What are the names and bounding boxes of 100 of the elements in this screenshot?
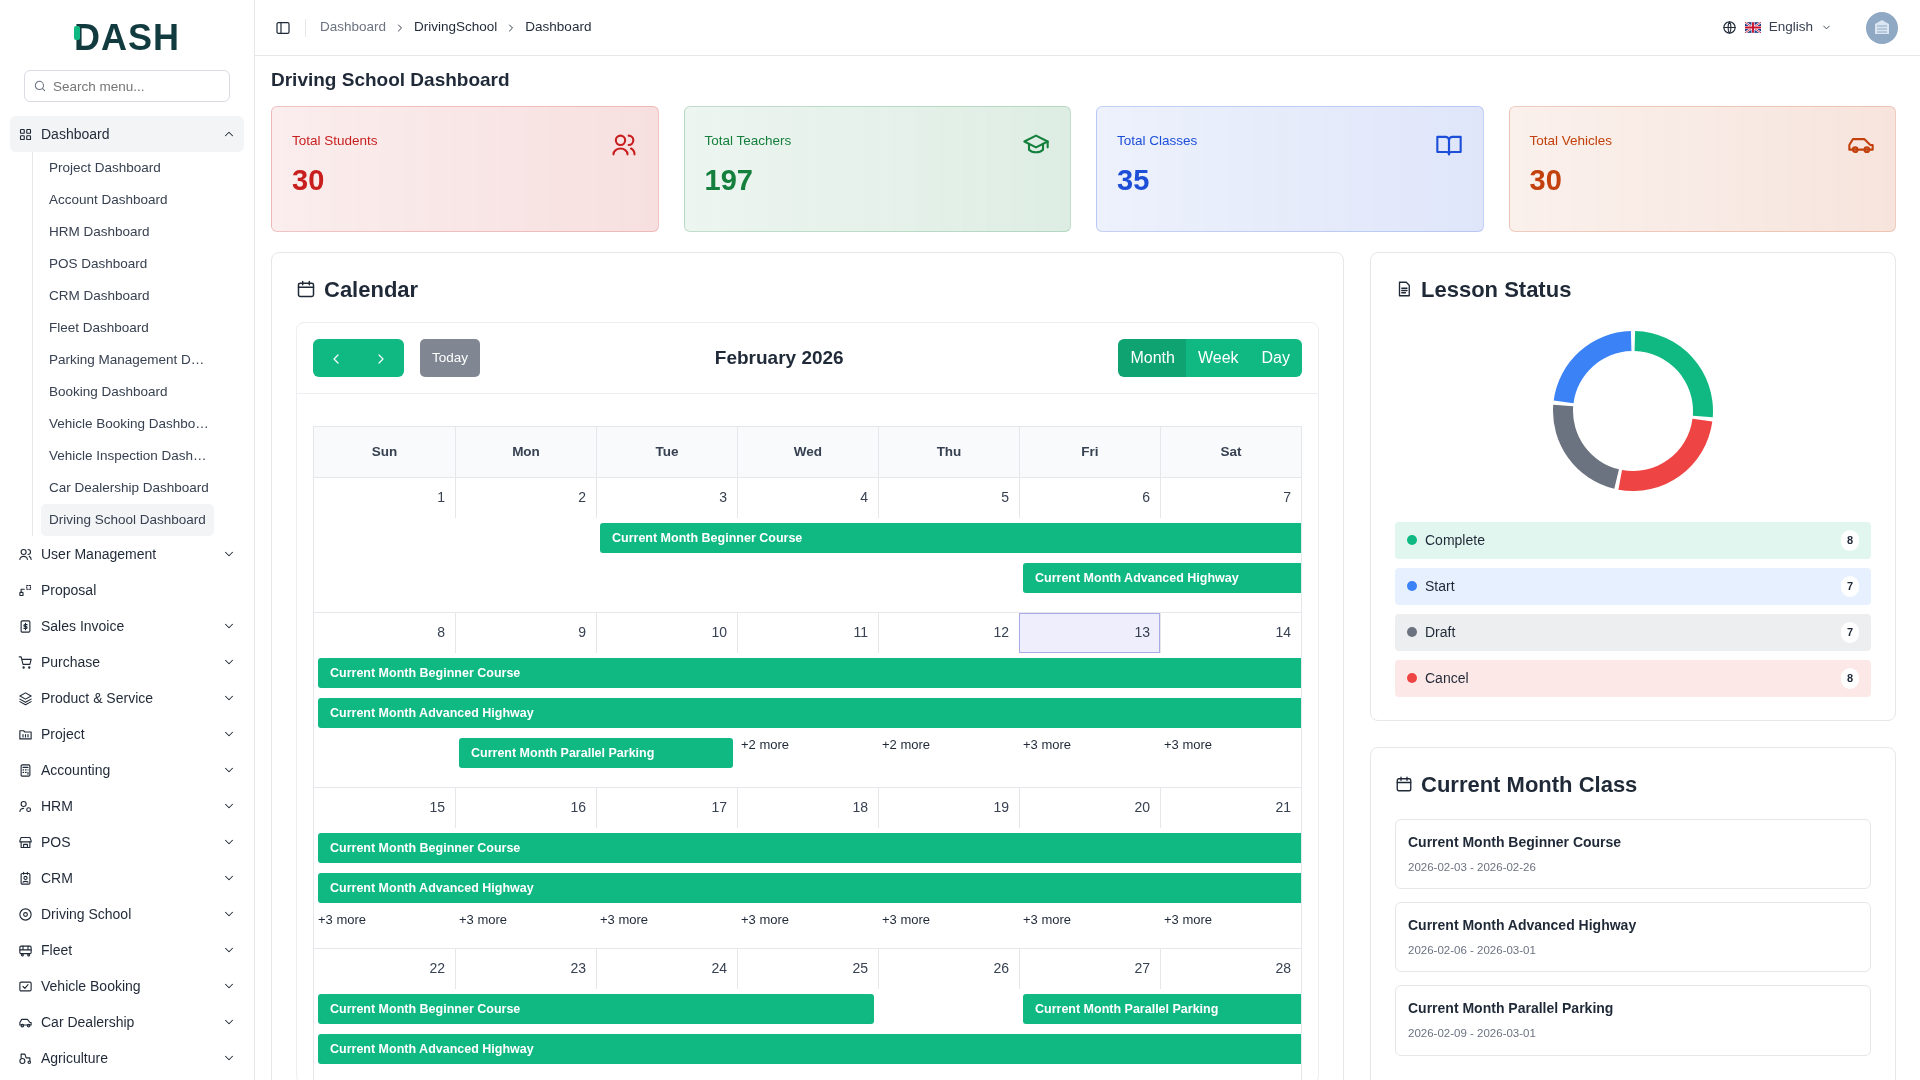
day-number[interactable]: 5 [1001,487,1019,509]
menu-item[interactable]: POS [10,824,244,861]
day-number[interactable]: 27 [1134,958,1160,980]
day-number[interactable]: 2 [578,487,596,509]
menu-item[interactable]: Purchase [10,644,244,681]
submenu-item[interactable]: HRM Dashboard [41,216,158,249]
menu-item[interactable]: Accounting [10,752,244,789]
more-link[interactable]: +3 more [737,907,794,932]
day-number[interactable]: 25 [852,958,878,980]
weekday-header: Mon [455,426,596,477]
day-number[interactable]: 9 [578,622,596,644]
day-number[interactable]: 23 [570,958,596,980]
calendar-icon [1395,775,1413,794]
contact-card-icon [18,870,33,886]
day-number[interactable]: 20 [1134,797,1160,819]
count-badge: 7 [1840,622,1859,643]
submenu-item[interactable]: CRM Dashboard [41,280,158,313]
breadcrumb-link[interactable]: Dashboard [525,17,592,38]
day-number[interactable]: 26 [993,958,1019,980]
weekday-header: Tue [596,426,737,477]
day-number[interactable]: 18 [852,797,878,819]
class-dates: 2026-02-06 - 2026-03-01 [1408,943,1537,959]
sidebar-toggle-icon[interactable] [275,19,291,36]
search-icon [33,79,47,94]
more-link[interactable]: +3 more [1019,907,1076,932]
day-number[interactable]: 12 [993,622,1019,644]
day-number[interactable]: 19 [993,797,1019,819]
class-card[interactable]: Current Month Parallel Parking 2026-02-09 - 2026-03-01 [1395,985,1871,1056]
day-number[interactable]: 14 [1275,622,1301,644]
more-link[interactable]: +2 more [737,732,794,757]
menu-item[interactable]: Sales Invoice [10,608,244,645]
day-number[interactable]: 28 [1275,958,1301,980]
class-dates: 2026-02-09 - 2026-03-01 [1408,1026,1537,1042]
stat-value: 197 [704,163,754,199]
count-badge: 8 [1840,530,1859,551]
store-icon [18,834,33,850]
submenu-item[interactable]: Booking Dashboard [41,376,176,409]
day-number[interactable]: 24 [711,958,737,980]
day-number[interactable]: 16 [570,797,596,819]
menu-item[interactable]: Dashboard [10,116,244,153]
breadcrumb-link[interactable]: DrivingSchool [414,17,498,38]
avatar[interactable] [1866,11,1898,44]
language-selector[interactable]: English [1721,17,1832,38]
day-number[interactable]: 6 [1142,487,1160,509]
menu-item[interactable]: Driving School [10,896,244,933]
more-link[interactable]: +3 more [314,907,371,932]
class-name: Current Month Parallel Parking [1408,999,1615,1019]
next-button[interactable] [358,338,404,377]
submenu-item[interactable]: Account Dashboard [41,184,176,217]
search-field[interactable]: Search menu... [24,70,230,103]
day-number[interactable]: 22 [429,958,455,980]
menu-item[interactable]: User Management [10,536,244,573]
day-number[interactable]: 3 [719,487,737,509]
more-link[interactable]: +3 more [455,907,512,932]
count-badge: 8 [1840,668,1859,689]
submenu-item[interactable]: Vehicle Booking Dashbo… [41,408,217,441]
day-number[interactable]: 15 [429,797,455,819]
menu-item[interactable]: HRM [10,788,244,825]
more-link[interactable]: +3 more [878,907,935,932]
submenu-item[interactable]: Fleet Dashboard [41,312,157,345]
weekday-header: Fri [1019,426,1160,477]
submenu-item[interactable]: Parking Management D… [41,344,213,377]
breadcrumb-link[interactable]: Dashboard [320,17,387,38]
day-number[interactable]: 7 [1283,487,1301,509]
more-link[interactable]: +3 more [1160,907,1217,932]
previous-button[interactable] [313,338,359,377]
day-number[interactable]: 13 [1134,622,1160,644]
menu-item[interactable]: Project [10,716,244,753]
calendar-icon [296,279,316,300]
submenu-item[interactable]: Driving School Dashboard [41,504,214,537]
day-number[interactable]: 4 [860,487,878,509]
menu-item[interactable]: Product & Service [10,680,244,717]
menu-item[interactable]: Fleet [10,932,244,969]
more-link[interactable]: +2 more [878,732,935,757]
class-name: Current Month Advanced Highway [1408,916,1638,936]
menu-item[interactable]: Vehicle Booking [10,968,244,1005]
menu-item[interactable]: CRM [10,860,244,897]
count-badge: 7 [1840,576,1859,597]
menu-item[interactable]: Agriculture [10,1040,244,1077]
submenu-item[interactable]: Car Dealership Dashboard [41,472,217,505]
more-link[interactable]: +3 more [1019,732,1076,757]
stat-label: Total Students [292,131,379,150]
day-number[interactable]: 17 [711,797,737,819]
day-number[interactable]: 1 [437,487,455,509]
menu-item[interactable]: Car Dealership [10,1004,244,1041]
layers-icon [18,690,33,706]
submenu-item[interactable]: POS Dashboard [41,248,156,281]
day-number[interactable]: 21 [1275,797,1301,819]
day-number[interactable]: 8 [437,622,455,644]
more-link[interactable]: +3 more [596,907,653,932]
class-card[interactable]: Current Month Beginner Course 2026-02-03 - 2026-02-26 [1395,818,1871,890]
day-number[interactable]: 11 [853,622,878,644]
more-link[interactable]: +3 more [1160,732,1217,757]
stat-value: 35 [1117,163,1151,199]
class-card[interactable]: Current Month Advanced Highway 2026-02-06 - 2026-03-01 [1395,902,1871,973]
submenu-item[interactable]: Project Dashboard [41,152,169,185]
submenu-item[interactable]: Vehicle Inspection Dash… [41,440,215,473]
day-number[interactable]: 10 [711,622,737,644]
weekday-header: Thu [878,426,1019,477]
menu-item[interactable]: Proposal [10,572,244,609]
